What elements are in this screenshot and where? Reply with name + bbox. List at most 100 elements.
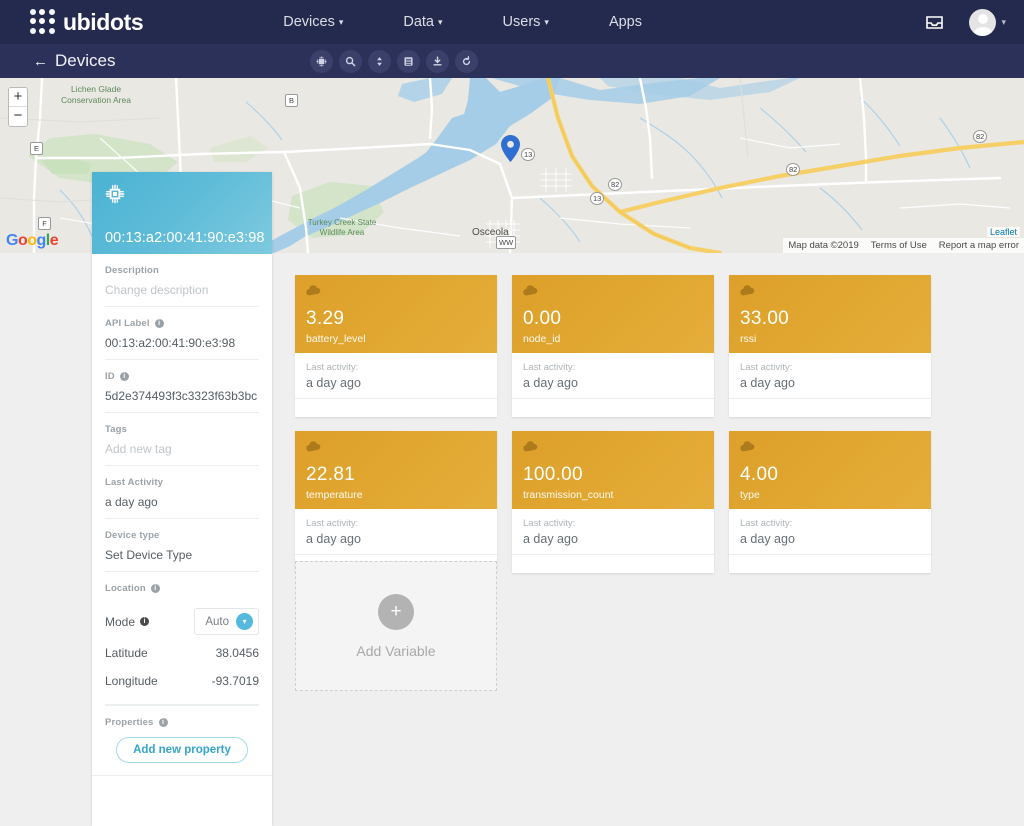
info-icon[interactable]: i <box>140 617 149 626</box>
report-map-error-link[interactable]: Report a map error <box>939 240 1019 251</box>
last-activity-value: a day ago <box>740 532 920 546</box>
chevron-down-icon: ▾ <box>236 613 253 630</box>
navbar-right-actions: ▾ <box>926 9 1006 36</box>
avatar-chevron-down-icon[interactable]: ▾ <box>1001 17 1006 28</box>
terms-of-use-link[interactable]: Terms of Use <box>871 240 927 251</box>
variable-card[interactable]: 0.00 node_id Last activity: a day ago <box>512 275 714 417</box>
cloud-upload-icon <box>740 440 756 453</box>
search-icon[interactable] <box>339 50 362 73</box>
nav-item-users[interactable]: Users▾ <box>493 8 559 36</box>
info-icon[interactable]: i <box>120 372 129 381</box>
nav-item-data[interactable]: Data▾ <box>393 8 452 36</box>
list-view-glyph <box>403 56 414 67</box>
variable-card-header: 0.00 node_id <box>512 275 714 353</box>
inbox-tray-glyph <box>926 15 943 30</box>
back-to-devices-link[interactable]: ← Devices <box>33 51 115 71</box>
variable-card-body: Last activity: a day ago <box>729 353 931 399</box>
map-pin-icon[interactable] <box>501 135 520 167</box>
inbox-tray-icon[interactable] <box>926 15 943 30</box>
cloud-upload-icon <box>523 440 539 453</box>
add-new-property-button[interactable]: Add new property <box>116 737 248 763</box>
location-label: Location i <box>105 583 259 594</box>
properties-label: Properties i <box>105 717 259 728</box>
leaflet-attribution-link[interactable]: Leaflet <box>987 227 1020 237</box>
map-label-wildlife-area: Turkey Creek State Wildlife Area <box>306 218 378 238</box>
refresh-icon[interactable] <box>455 50 478 73</box>
last-activity-value: a day ago <box>105 495 259 509</box>
refresh-glyph <box>461 56 472 67</box>
variable-name: rssi <box>740 333 756 345</box>
brand-name: ubidots <box>63 9 143 36</box>
field-last-activity: Last Activity a day ago <box>105 466 259 519</box>
variable-name: battery_level <box>306 333 366 345</box>
variable-card-footer <box>729 399 931 417</box>
location-mode-value: Auto <box>205 616 229 628</box>
info-icon[interactable]: i <box>159 718 168 727</box>
map-shield-b: B <box>285 94 298 107</box>
cloud-upload-icon <box>306 284 322 297</box>
variable-card-header: 3.29 battery_level <box>295 275 497 353</box>
nav-item-apps[interactable]: Apps <box>599 8 652 36</box>
variable-card[interactable]: 4.00 type Last activity: a day ago <box>729 431 931 573</box>
field-tags: Tags Add new tag <box>105 413 259 466</box>
variable-card-header: 22.81 temperature <box>295 431 497 509</box>
back-link-label: Devices <box>55 51 115 71</box>
nav-item-devices-label: Devices <box>283 14 335 30</box>
variable-card-footer <box>512 399 714 417</box>
last-activity-label: Last activity: <box>523 518 703 529</box>
id-label: ID i <box>105 371 259 382</box>
variable-card-footer <box>729 555 931 573</box>
last-activity-label: Last Activity <box>105 477 259 488</box>
page-root: ubidots Devices ▾ Data▾ Users▾ Apps <box>0 0 1024 826</box>
variable-name: type <box>740 489 760 501</box>
last-activity-value: a day ago <box>740 376 920 390</box>
add-variable-card[interactable]: + Add Variable <box>295 561 497 691</box>
map-zoom-out-button[interactable]: − <box>9 107 27 126</box>
last-activity-value: a day ago <box>523 376 703 390</box>
add-variable-label: Add Variable <box>356 643 435 659</box>
variable-value: 4.00 <box>740 464 778 486</box>
variable-card-body: Last activity: a day ago <box>512 509 714 555</box>
device-details-panel: 00:13:a2:00:41:90:e3:98 Description Chan… <box>92 172 272 826</box>
last-activity-label: Last activity: <box>306 362 486 373</box>
chevron-down-icon: ▾ <box>339 17 344 27</box>
last-activity-value: a day ago <box>523 532 703 546</box>
variable-card[interactable]: 33.00 rssi Last activity: a day ago <box>729 275 931 417</box>
variable-value: 3.29 <box>306 308 344 330</box>
location-mode-select[interactable]: Auto ▾ <box>194 608 259 635</box>
add-tag-input[interactable]: Add new tag <box>105 442 259 456</box>
map-zoom-controls: + − <box>8 87 28 127</box>
list-view-icon[interactable] <box>397 50 420 73</box>
variable-card[interactable]: 22.81 temperature Last activity: a day a… <box>295 431 497 573</box>
device-chip-icon <box>105 184 125 204</box>
variable-value: 0.00 <box>523 308 561 330</box>
nav-item-devices[interactable]: Devices ▾ <box>273 8 353 36</box>
sub-header: ← Devices <box>0 44 1024 78</box>
properties-divider <box>92 775 272 776</box>
variable-card[interactable]: 100.00 transmission_count Last activity:… <box>512 431 714 573</box>
map-zoom-in-button[interactable]: + <box>9 88 27 107</box>
variable-card-footer <box>512 555 714 573</box>
latitude-value: 38.0456 <box>216 646 259 660</box>
avatar[interactable] <box>969 9 996 36</box>
nav-item-apps-label: Apps <box>609 14 642 30</box>
info-icon[interactable]: i <box>151 584 160 593</box>
variable-name: temperature <box>306 489 363 501</box>
api-label-value[interactable]: 00:13:a2:00:41:90:e3:98 <box>105 336 259 350</box>
download-glyph <box>432 56 443 67</box>
device-chip-icon[interactable] <box>310 50 333 73</box>
location-mode-row: Mode i Auto ▾ <box>105 601 259 639</box>
device-type-value[interactable]: Set Device Type <box>105 548 259 562</box>
sort-icon[interactable] <box>368 50 391 73</box>
info-icon[interactable]: i <box>155 319 164 328</box>
description-input[interactable]: Change description <box>105 283 259 297</box>
device-header: 00:13:a2:00:41:90:e3:98 <box>92 172 272 254</box>
brand-logo[interactable]: ubidots <box>30 9 143 36</box>
download-icon[interactable] <box>426 50 449 73</box>
plus-circle-icon: + <box>378 594 414 630</box>
variable-card[interactable]: 3.29 battery_level Last activity: a day … <box>295 275 497 417</box>
last-activity-value: a day ago <box>306 532 486 546</box>
google-logo: Google <box>6 232 58 250</box>
variables-grid: 3.29 battery_level Last activity: a day … <box>295 275 931 573</box>
chevron-down-icon: ▾ <box>544 17 549 27</box>
